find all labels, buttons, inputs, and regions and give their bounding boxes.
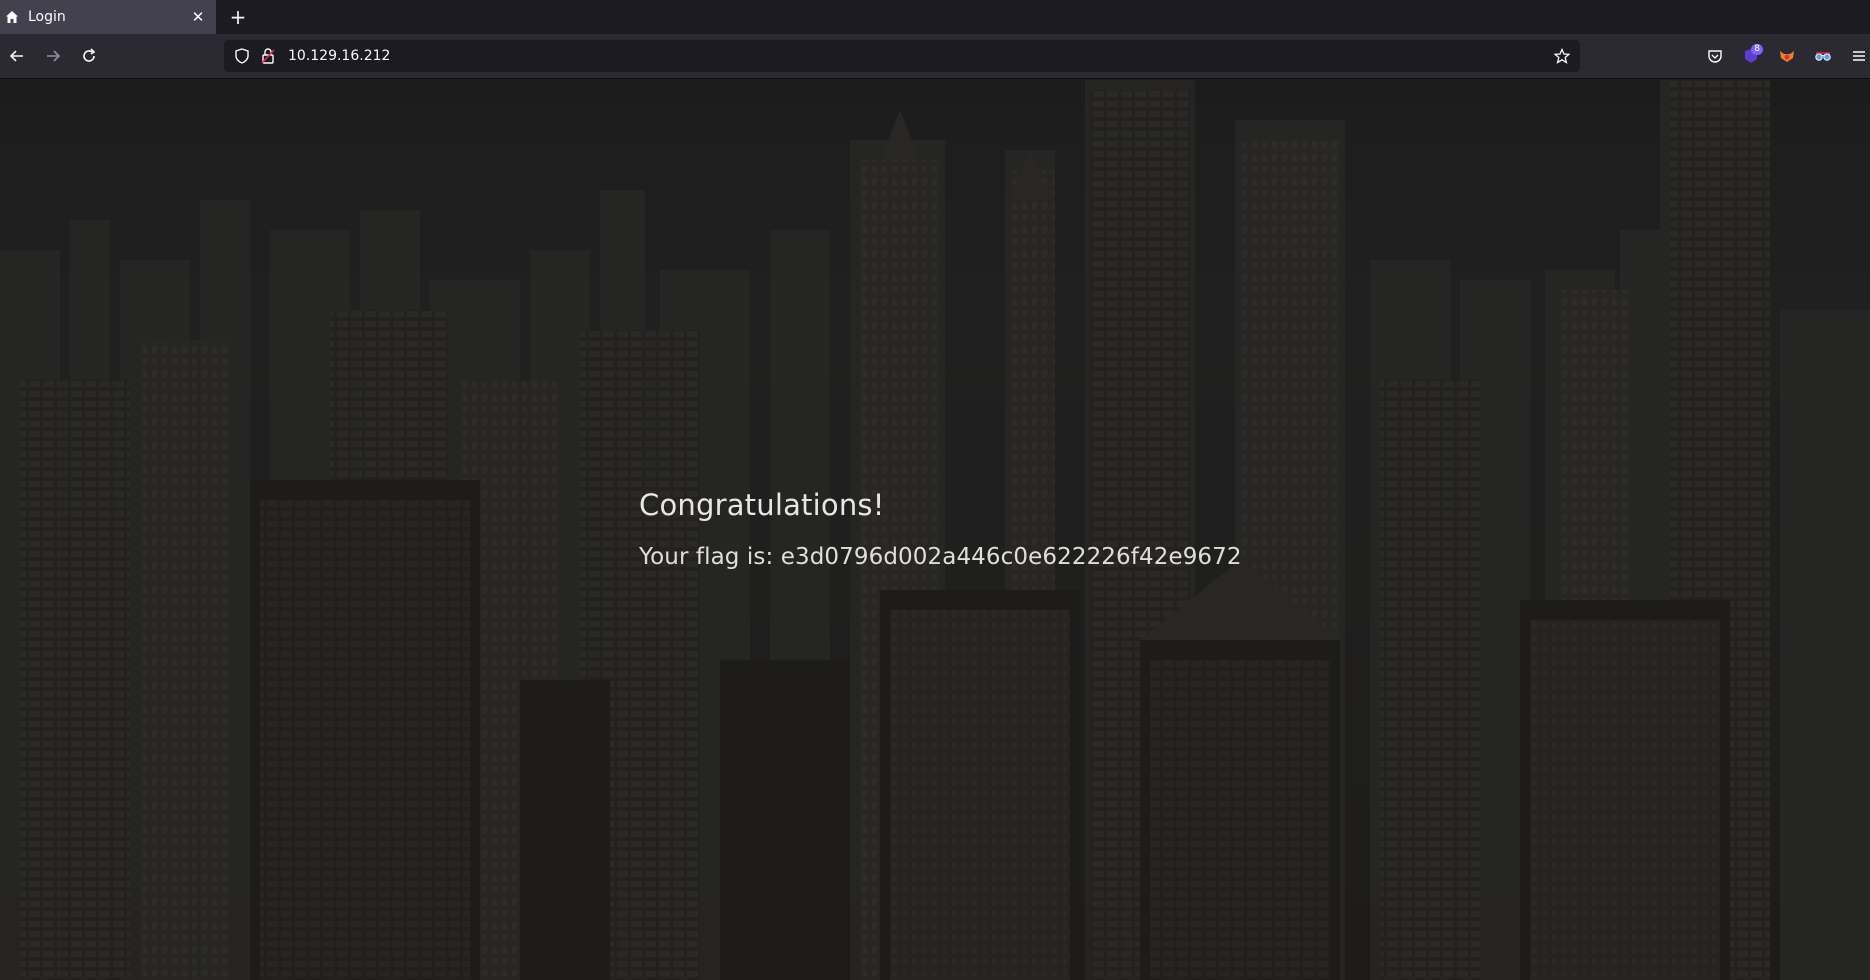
page-content: Congratulations! Your flag is: e3d0796d0… — [0, 80, 1870, 980]
flag-message: Congratulations! Your flag is: e3d0796d0… — [639, 488, 1242, 570]
extension-glasses-button[interactable] — [1809, 42, 1837, 70]
reload-button[interactable] — [75, 42, 103, 70]
extension-badge: 8 — [1751, 44, 1763, 55]
close-tab-icon[interactable]: ✕ — [188, 7, 208, 27]
back-button[interactable] — [3, 42, 31, 70]
forward-button[interactable] — [39, 42, 67, 70]
extension-glasses-icon — [1815, 52, 1831, 61]
extension-purple-button[interactable]: 8 — [1737, 42, 1765, 70]
pocket-button[interactable] — [1701, 42, 1729, 70]
new-tab-button[interactable]: + — [226, 5, 250, 29]
url-bar[interactable]: 10.129.16.212 — [224, 40, 1580, 72]
tracking-shield-icon[interactable] — [232, 46, 252, 66]
forward-arrow-icon — [47, 50, 61, 62]
navigation-toolbar: 10.129.16.212 8 — [0, 34, 1870, 79]
tab-strip: Login ✕ + — [0, 0, 1870, 34]
extension-fox-button[interactable] — [1773, 42, 1801, 70]
flag-text: Your flag is: e3d0796d002a446c0e622226f4… — [639, 544, 1242, 570]
home-icon — [4, 9, 20, 25]
back-arrow-icon — [9, 50, 23, 62]
reload-icon — [83, 48, 96, 62]
insecure-lock-icon[interactable] — [258, 46, 278, 66]
congratulations-heading: Congratulations! — [639, 488, 885, 522]
extension-fox-icon — [1780, 51, 1794, 62]
url-text: 10.129.16.212 — [288, 48, 391, 64]
hamburger-menu-icon — [1853, 51, 1865, 61]
pocket-icon — [1708, 50, 1722, 63]
tab-title: Login — [28, 9, 66, 25]
app-menu-button[interactable] — [1845, 42, 1870, 70]
tab-login[interactable]: Login ✕ — [0, 0, 216, 34]
bookmark-star-icon[interactable] — [1552, 46, 1572, 66]
